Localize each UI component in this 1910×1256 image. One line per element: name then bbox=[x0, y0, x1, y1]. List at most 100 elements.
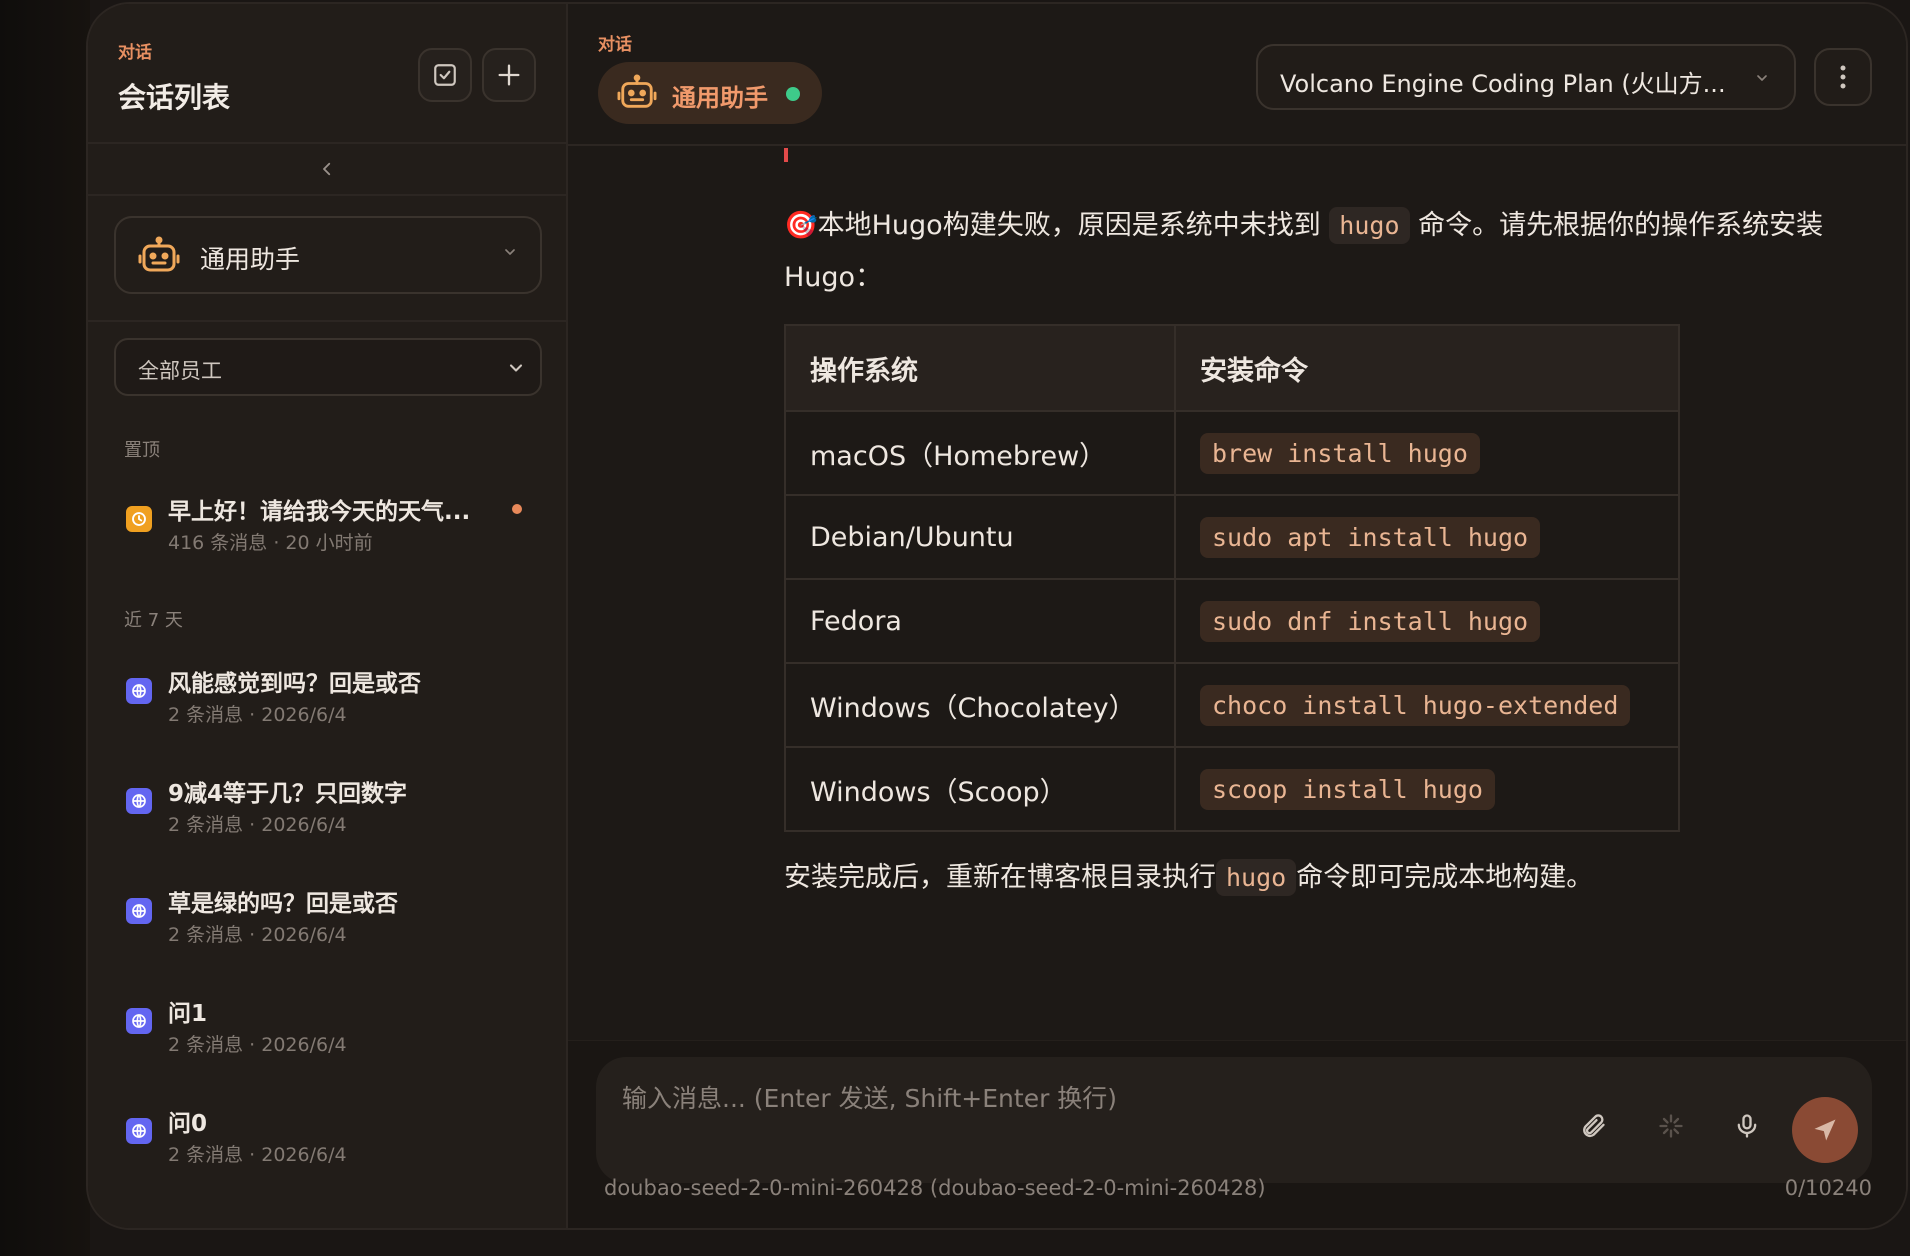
inline-code: hugo bbox=[1216, 859, 1297, 896]
table-row: macOS（Homebrew） brew install hugo bbox=[784, 410, 1680, 496]
intro-text: 本地Hugo构建失败，原因是系统中未找到 bbox=[817, 210, 1321, 241]
active-agent-badge[interactable]: 通用助手 bbox=[598, 62, 822, 124]
sidebar-title: 会话列表 bbox=[118, 81, 231, 114]
conversation-meta: 2 条消息 · 2026/6/4 bbox=[168, 814, 347, 836]
model-selector-label: Volcano Engine Coding Plan (火山方... bbox=[1280, 70, 1726, 98]
target-emoji-icon: 🎯 bbox=[784, 210, 818, 241]
send-icon bbox=[1814, 1119, 1836, 1141]
chevron-down-icon bbox=[505, 249, 515, 255]
assistant-message-outro: 安装完成后，重新在博客根目录执行 hugo 命令即可完成本地构建。 bbox=[784, 852, 1593, 904]
globe-icon bbox=[126, 1118, 152, 1144]
plus-icon bbox=[498, 64, 520, 86]
install-commands-table: 操作系统 安装命令 macOS（Homebrew） brew install h… bbox=[784, 324, 1680, 832]
conversation-item[interactable]: 草是绿的吗？回是或否 2 条消息 · 2026/6/4 bbox=[114, 876, 542, 966]
chat-header: 对话 通用助手 Volcano Engine Coding Plan (火山方.… bbox=[568, 4, 1906, 146]
table-row: Windows（Scoop） scoop install hugo bbox=[784, 746, 1680, 832]
sidebar-divider bbox=[88, 320, 566, 322]
robot-icon bbox=[138, 236, 180, 272]
chevron-down-icon bbox=[1757, 75, 1767, 81]
conversation-meta: 2 条消息 · 2026/6/4 bbox=[168, 924, 347, 946]
table-cell-command: sudo dnf install hugo bbox=[1174, 578, 1680, 664]
unread-dot bbox=[512, 504, 522, 514]
table-row: Debian/Ubuntu sudo apt install hugo bbox=[784, 494, 1680, 580]
active-agent-name: 通用助手 bbox=[672, 84, 768, 112]
conversation-item[interactable]: 问1 2 条消息 · 2026/6/4 bbox=[114, 986, 542, 1076]
table-cell-command: brew install hugo bbox=[1174, 410, 1680, 496]
table-header-os: 操作系统 bbox=[784, 324, 1176, 412]
command-code: sudo apt install hugo bbox=[1200, 516, 1541, 558]
model-footer-label: doubao-seed-2-0-mini-260428 (doubao-seed… bbox=[604, 1176, 1266, 1200]
table-cell-os: Fedora bbox=[784, 578, 1176, 664]
agent-selector[interactable]: 通用助手 bbox=[114, 216, 542, 294]
employee-filter-select[interactable]: 全部员工 bbox=[114, 338, 542, 396]
model-selector[interactable]: Volcano Engine Coding Plan (火山方... bbox=[1256, 44, 1796, 110]
table-cell-os: Debian/Ubuntu bbox=[784, 494, 1176, 580]
table-cell-os: Windows（Chocolatey） bbox=[784, 662, 1176, 748]
chevron-down-icon bbox=[509, 364, 523, 372]
online-status-dot bbox=[786, 87, 800, 101]
command-code: scoop install hugo bbox=[1200, 768, 1495, 810]
conversation-title: 草是绿的吗？回是或否 bbox=[168, 891, 398, 917]
new-conversation-button[interactable] bbox=[482, 48, 536, 102]
chat-eyebrow: 对话 bbox=[598, 35, 632, 55]
sidebar-header: 对话 会话列表 bbox=[88, 4, 566, 142]
desktop-background bbox=[0, 0, 90, 1256]
edit-conversations-button[interactable] bbox=[418, 48, 472, 102]
globe-icon bbox=[126, 1008, 152, 1034]
table-cell-command: sudo apt install hugo bbox=[1174, 494, 1680, 580]
more-vertical-icon bbox=[1840, 65, 1846, 89]
table-cell-os: macOS（Homebrew） bbox=[784, 410, 1176, 496]
conversation-meta: 2 条消息 · 2026/6/4 bbox=[168, 1034, 347, 1056]
collapse-sidebar-button[interactable] bbox=[88, 142, 566, 196]
conversation-item[interactable]: 风能感觉到吗？回是或否 2 条消息 · 2026/6/4 bbox=[114, 656, 542, 746]
recent-group-label: 近 7 天 bbox=[124, 610, 183, 631]
paperclip-icon bbox=[1583, 1114, 1605, 1138]
chevron-left-icon bbox=[323, 162, 331, 176]
message-input[interactable] bbox=[620, 1077, 1524, 1119]
conversation-title: 问0 bbox=[168, 1111, 208, 1137]
sparkle-icon bbox=[1659, 1114, 1683, 1138]
conversation-item[interactable]: 问0 2 条消息 · 2026/6/4 bbox=[114, 1096, 542, 1186]
table-cell-os: Windows（Scoop） bbox=[784, 746, 1176, 832]
conversation-item[interactable]: 早上好！请给我今天的天气... 416 条消息 · 20 小时前 bbox=[114, 484, 542, 574]
sparkle-button[interactable] bbox=[1654, 1109, 1688, 1143]
conversation-title: 9减4等于几？只回数字 bbox=[168, 781, 408, 807]
conversation-meta: 2 条消息 · 2026/6/4 bbox=[168, 1144, 347, 1166]
scroll-marker bbox=[784, 148, 788, 162]
globe-icon bbox=[126, 788, 152, 814]
globe-icon bbox=[126, 678, 152, 704]
attach-button[interactable] bbox=[1576, 1109, 1610, 1143]
app-window: 对话 会话列表 通用助手 全部员工 置顶 早上好！请给我今天的天气... 416… bbox=[86, 2, 1908, 1230]
conversation-title: 风能感觉到吗？回是或否 bbox=[168, 671, 421, 697]
inline-code: hugo bbox=[1329, 207, 1410, 244]
agent-selector-label: 通用助手 bbox=[200, 245, 301, 274]
assistant-message-intro: 🎯本地Hugo构建失败，原因是系统中未找到 hugo 命令。请先根据你的操作系统… bbox=[784, 200, 1906, 304]
conversation-title: 早上好！请给我今天的天气... bbox=[168, 499, 471, 525]
outro-text-continued: 命令即可完成本地构建。 bbox=[1296, 862, 1594, 893]
microphone-icon bbox=[1737, 1114, 1757, 1138]
conversation-item[interactable]: 9减4等于几？只回数字 2 条消息 · 2026/6/4 bbox=[114, 766, 542, 856]
table-header-command: 安装命令 bbox=[1174, 324, 1680, 412]
command-code: sudo dnf install hugo bbox=[1200, 600, 1541, 642]
robot-icon bbox=[617, 74, 657, 108]
conversation-title: 问1 bbox=[168, 1001, 208, 1027]
table-header-row: 操作系统 安装命令 bbox=[784, 324, 1680, 412]
sidebar-eyebrow: 对话 bbox=[118, 43, 152, 63]
table-cell-command: choco install hugo-extended bbox=[1174, 662, 1680, 748]
command-code: choco install hugo-extended bbox=[1200, 684, 1631, 726]
chat-main: 对话 通用助手 Volcano Engine Coding Plan (火山方.… bbox=[568, 4, 1906, 1228]
edit-square-icon bbox=[434, 64, 456, 86]
employee-filter-label: 全部员工 bbox=[138, 359, 222, 383]
table-row: Fedora sudo dnf install hugo bbox=[784, 578, 1680, 664]
voice-input-button[interactable] bbox=[1730, 1109, 1764, 1143]
outro-text: 安装完成后，重新在博客根目录执行 bbox=[784, 862, 1216, 893]
conversation-sidebar: 对话 会话列表 通用助手 全部员工 置顶 早上好！请给我今天的天气... 416… bbox=[88, 4, 568, 1228]
conversation-meta: 416 条消息 · 20 小时前 bbox=[168, 532, 373, 554]
send-button[interactable] bbox=[1792, 1097, 1858, 1163]
more-options-button[interactable] bbox=[1814, 48, 1872, 106]
message-composer bbox=[596, 1057, 1872, 1183]
command-code: brew install hugo bbox=[1200, 432, 1480, 474]
table-row: Windows（Chocolatey） choco install hugo-e… bbox=[784, 662, 1680, 748]
character-count: 0/10240 bbox=[1784, 1176, 1872, 1200]
conversation-meta: 2 条消息 · 2026/6/4 bbox=[168, 704, 347, 726]
